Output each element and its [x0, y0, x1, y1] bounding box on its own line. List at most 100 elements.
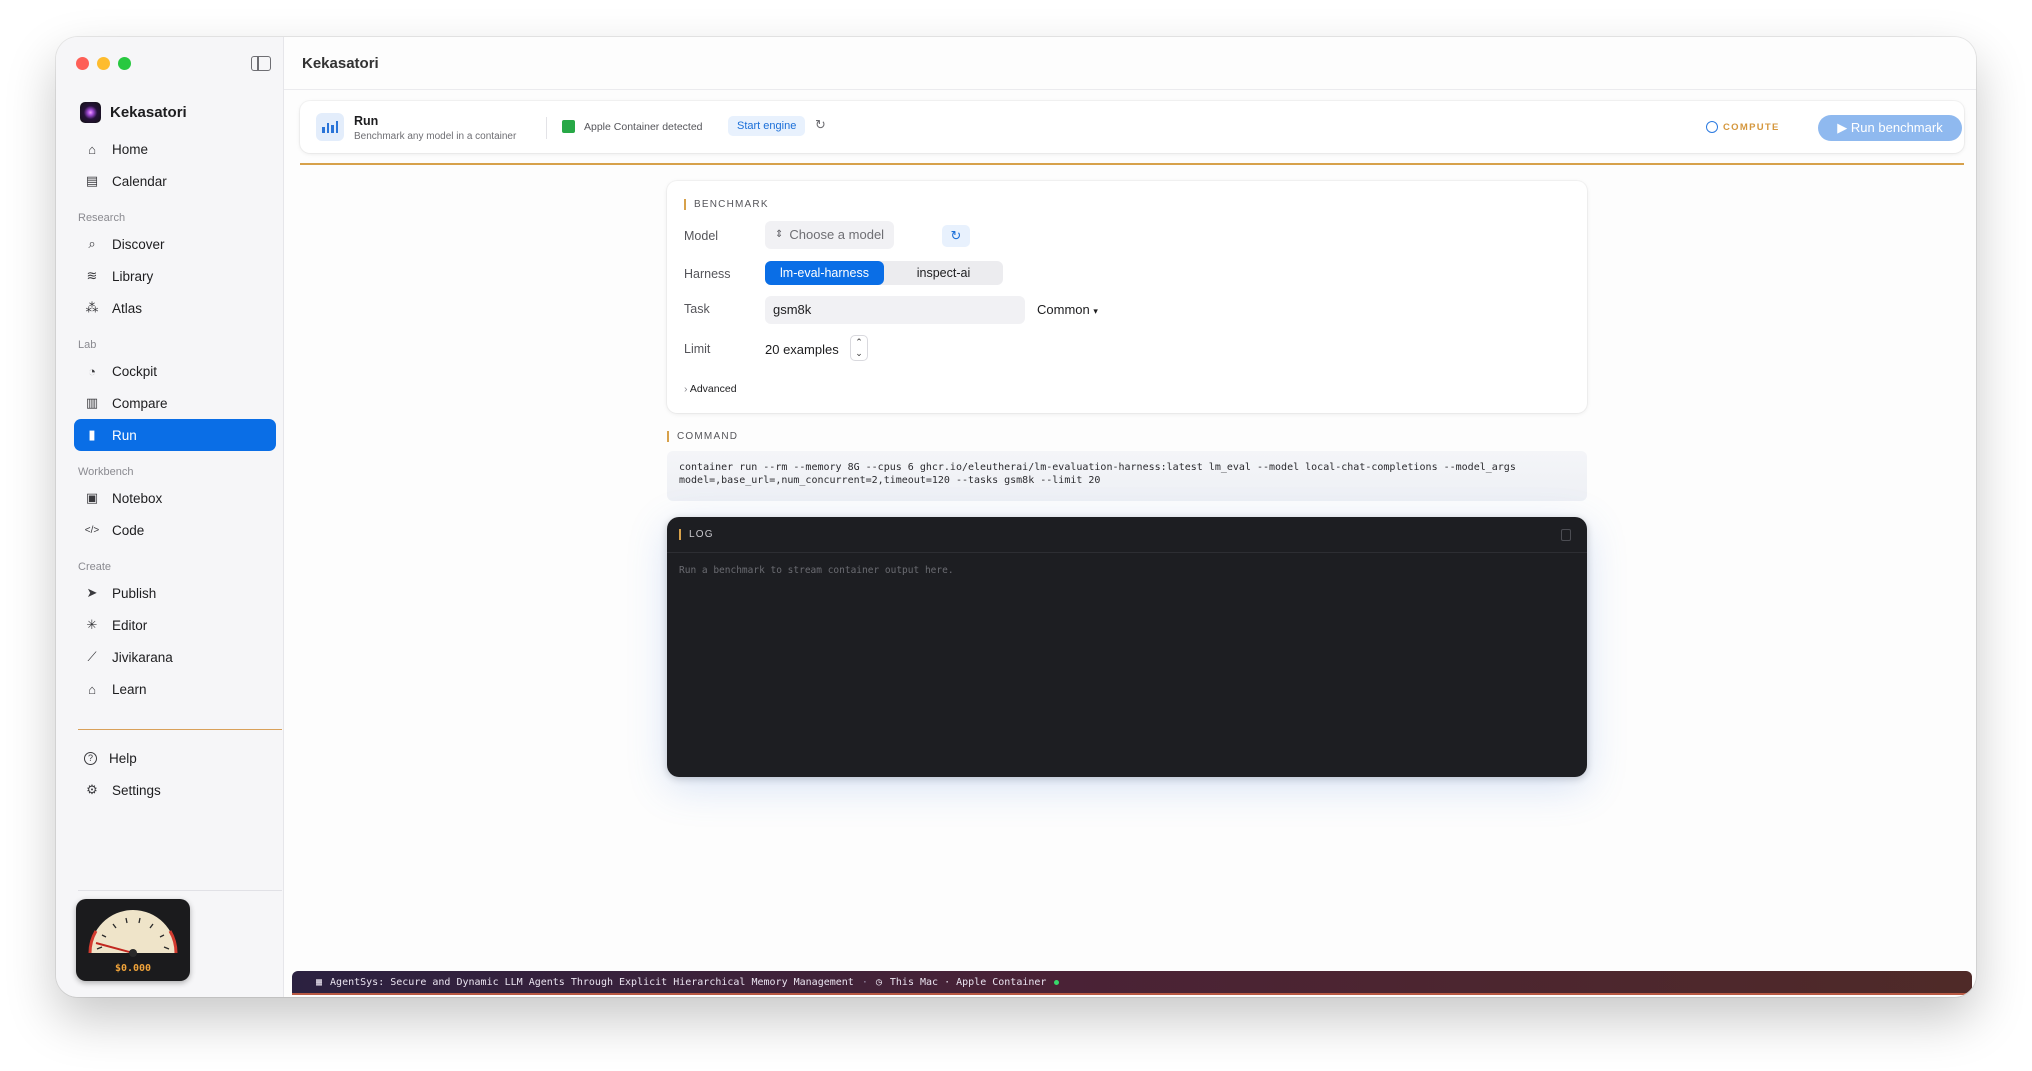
- sidebar-item-label: Notebox: [112, 490, 163, 506]
- sidebar-item-label: Compare: [112, 395, 168, 411]
- task-preset-menu[interactable]: Common ▾: [1037, 302, 1098, 317]
- code-icon: </>: [84, 524, 100, 536]
- sidebar-item-calendar[interactable]: ▤ Calendar: [74, 165, 276, 197]
- sidebar-bottom-nav: ? Help ⚙ Settings: [74, 742, 276, 806]
- sidebar-item-publish[interactable]: ➤ Publish: [74, 577, 276, 609]
- log-panel: LOG Run a benchmark to stream container …: [667, 517, 1587, 777]
- log-placeholder: Run a benchmark to stream container outp…: [679, 565, 954, 576]
- sidebar-item-settings[interactable]: ⚙ Settings: [74, 774, 276, 806]
- question-circle-icon: ?: [84, 751, 97, 765]
- compute-button[interactable]: COMPUTE: [1706, 121, 1780, 133]
- graduation-cap-icon: ⌂: [88, 681, 96, 697]
- sparkle-icon: ✳: [86, 617, 98, 632]
- sidebar-divider: [78, 729, 282, 730]
- cost-value: $0.000: [114, 963, 152, 974]
- harness-option-inspect-ai[interactable]: inspect-ai: [884, 261, 1003, 285]
- status-machine[interactable]: This Mac · Apple Container: [890, 977, 1047, 988]
- chevron-down-icon: ▾: [1093, 306, 1098, 316]
- sidebar-section-lab: Lab: [78, 339, 97, 351]
- status-online-indicator: [1054, 979, 1060, 985]
- close-window-button[interactable]: [76, 57, 89, 70]
- task-preset-label: Common: [1037, 302, 1090, 317]
- sidebar-item-home[interactable]: ⌂ Home: [74, 133, 276, 165]
- log-header: LOG: [667, 517, 1587, 553]
- status-separator: ·: [861, 976, 868, 988]
- harness-option-lm-eval[interactable]: lm-eval-harness: [765, 261, 884, 285]
- sidebar-item-label: Cockpit: [112, 363, 158, 379]
- model-placeholder: Choose a model: [789, 227, 885, 242]
- sidebar-item-help[interactable]: ? Help: [74, 742, 276, 774]
- sidebar-item-run[interactable]: ▮ Run: [74, 419, 276, 451]
- run-toolbar: Run Benchmark any model in a container A…: [300, 101, 1964, 153]
- refresh-icon[interactable]: ↻: [815, 117, 826, 133]
- sidebar-item-notebox[interactable]: ▣ Notebox: [74, 482, 276, 514]
- status-bar: ▦ AgentSys: Secure and Dynamic LLM Agent…: [292, 971, 1972, 995]
- sidebar-item-discover[interactable]: ⌕ Discover: [74, 228, 276, 260]
- run-benchmark-label: Run benchmark: [1850, 120, 1943, 135]
- sidebar-section-research: Research: [78, 212, 126, 224]
- sidebar-toggle-icon[interactable]: [251, 56, 271, 71]
- sidebar-item-label: Run: [112, 427, 137, 443]
- log-section-label: LOG: [679, 529, 714, 540]
- toolbar-subtitle: Benchmark any model in a container: [354, 131, 517, 142]
- gauge-icon: ◔: [88, 363, 96, 379]
- refresh-models-button[interactable]: ↻: [942, 225, 970, 247]
- limit-stepper[interactable]: ⌃ ⌄: [850, 335, 868, 361]
- paper-plane-icon: ➤: [86, 585, 98, 600]
- chart-bars-icon: [316, 113, 344, 141]
- sidebar-item-label: Editor: [112, 617, 148, 633]
- sidebar-item-code[interactable]: </> Code: [74, 514, 276, 546]
- minimize-window-button[interactable]: [97, 57, 110, 70]
- cost-meter[interactable]: $0.000: [76, 899, 190, 981]
- sidebar-item-compare[interactable]: ▥ Compare: [74, 387, 276, 419]
- sidebar-item-atlas[interactable]: ⁂ Atlas: [74, 292, 276, 324]
- titlebar: Kekasatori: [284, 37, 1976, 90]
- status-paper-title[interactable]: AgentSys: Secure and Dynamic LLM Agents …: [330, 977, 854, 988]
- clock-icon: ◷: [875, 976, 882, 988]
- window-controls: [76, 57, 131, 70]
- layers-icon: ≋: [86, 268, 98, 283]
- sidebar-item-label: Home: [112, 141, 149, 157]
- sidebar-item-learn[interactable]: ⌂ Learn: [74, 673, 276, 705]
- app-name: Kekasatori: [110, 104, 187, 121]
- harness-label: Harness: [684, 267, 731, 281]
- start-engine-button[interactable]: Start engine: [728, 116, 806, 136]
- sidebar-item-editor[interactable]: ✳ Editor: [74, 609, 276, 641]
- command-line-1: container run --rm --memory 8G --cpus 6 …: [679, 462, 1516, 473]
- app-window: Kekasatori ⌂ Home ▤ Calendar Research ⌕ Discov…: [56, 37, 1976, 997]
- task-label: Task: [684, 302, 710, 316]
- sidebar: Kekasatori ⌂ Home ▤ Calendar Research ⌕ Discov…: [56, 37, 284, 997]
- task-input[interactable]: gsm8k: [765, 296, 1025, 324]
- sidebar-item-label: Atlas: [112, 300, 143, 316]
- container-cube-icon: [562, 120, 575, 133]
- sidebar-item-label: Library: [112, 268, 154, 284]
- compute-icon: [1706, 121, 1718, 133]
- graph-icon: ⁂: [85, 300, 99, 315]
- run-benchmark-button[interactable]: ▶ Run benchmark: [1818, 115, 1962, 141]
- cost-meter-dial: [88, 910, 178, 957]
- advanced-label: Advanced: [689, 383, 737, 395]
- toolbar-title: Run: [354, 114, 379, 128]
- model-select[interactable]: ⇕ Choose a model: [765, 221, 895, 249]
- sidebar-item-label: Code: [112, 522, 145, 538]
- sidebar-item-label: Learn: [112, 681, 147, 697]
- sidebar-item-label: Calendar: [112, 173, 167, 189]
- command-line-2: model=,base_url=,num_concurrent=2,timeou…: [679, 475, 1101, 486]
- engine-status: Apple Container detected: [584, 121, 703, 133]
- gear-icon: ⚙: [86, 782, 98, 797]
- advanced-disclosure[interactable]: › Advanced: [684, 383, 737, 395]
- chevron-right-icon: ›: [684, 383, 688, 395]
- wand-icon: ⟋: [87, 649, 97, 664]
- zoom-window-button[interactable]: [118, 57, 131, 70]
- sidebar-item-library[interactable]: ≋ Library: [74, 260, 276, 292]
- sidebar-section-workbench: Workbench: [78, 466, 134, 478]
- gauge-divider: [78, 890, 282, 891]
- sidebar-item-jivikarana[interactable]: ⟋ Jivikarana: [74, 641, 276, 673]
- command-section-label: COMMAND: [667, 431, 738, 442]
- limit-label: Limit: [684, 342, 711, 356]
- sidebar-item-cockpit[interactable]: ◔ Cockpit: [74, 355, 276, 387]
- app-brand: Kekasatori: [80, 102, 187, 123]
- toolbar-separator: [546, 117, 547, 139]
- copy-icon[interactable]: [1561, 529, 1571, 541]
- command-preview[interactable]: container run --rm --memory 8G --cpus 6 …: [667, 451, 1587, 501]
